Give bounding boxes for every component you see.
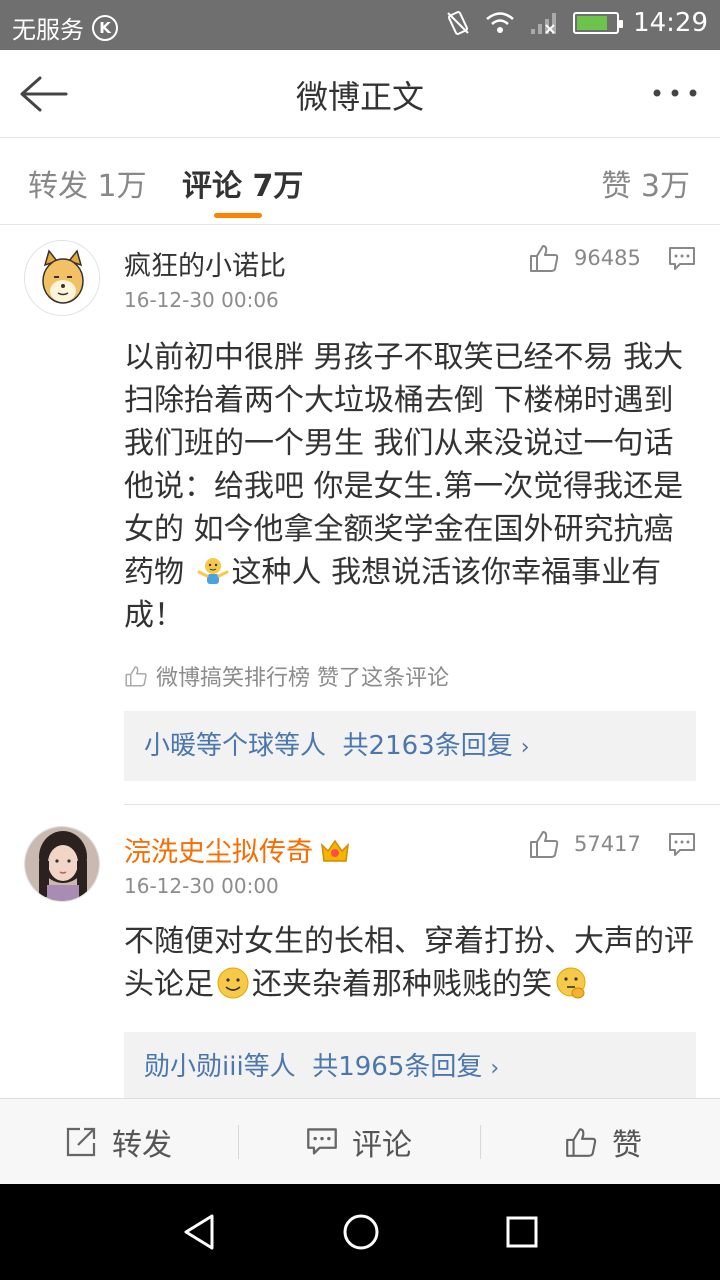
wifi-icon — [485, 11, 515, 35]
more-dots-icon — [653, 89, 697, 97]
comment-text-part: 还夹杂着那种贱贱的笑 — [252, 967, 552, 1002]
comment-divider — [124, 804, 720, 805]
comment-button[interactable]: 评论 — [306, 1099, 412, 1185]
comment-icon — [307, 1128, 337, 1155]
liked-by-text: 微博搞笑排行榜 赞了这条评论 — [156, 666, 449, 691]
commenter-name-text[interactable]: 浣洗史尘拟传奇 — [124, 837, 313, 868]
clock: 14:29 — [633, 8, 708, 38]
reply-button[interactable] — [668, 246, 696, 272]
tab-comment[interactable]: 评论 7万 — [182, 161, 303, 205]
toolbar-divider — [480, 1125, 481, 1159]
triangle-back-icon — [184, 1214, 214, 1250]
vibrate-icon — [445, 10, 471, 36]
thumb-up-icon — [566, 1128, 597, 1157]
shrug-emoji-icon — [197, 558, 229, 584]
thinking-emoji-icon — [556, 967, 586, 999]
carrier-label: 无服务 — [12, 16, 84, 44]
shiba-avatar-icon — [25, 241, 99, 315]
comment-text-part: 以前初中很胖 男孩子不取笑已经不易 我大扫除抬着两个大垃圾桶去倒 下楼梯时遇到我… — [124, 340, 684, 590]
reply-button[interactable] — [668, 832, 696, 858]
nav-bar: 微博正文 — [0, 50, 720, 138]
girl-avatar-icon — [25, 827, 99, 901]
status-bar: 无服务 K 14:29 — [0, 0, 720, 50]
like-count: 57417 — [574, 832, 641, 856]
repost-button[interactable]: 转发 — [64, 1099, 172, 1185]
comment-like-button[interactable]: 57417 — [528, 828, 641, 860]
avatar[interactable] — [24, 826, 100, 902]
comment-label: 评论 — [352, 1128, 412, 1163]
reply-count[interactable]: 共1965条回复 — [312, 1052, 482, 1082]
vip-crown-icon — [320, 839, 350, 862]
repost-label: 转发 — [112, 1128, 172, 1163]
tab-repost[interactable]: 转发 1万 — [28, 161, 147, 205]
battery-icon — [573, 12, 624, 34]
reply-users[interactable]: 勋小勋iii等人 — [144, 1052, 296, 1082]
smile-emoji-icon — [217, 967, 249, 999]
reply-users[interactable]: 小暖等个球等人 — [144, 731, 326, 761]
tab-like[interactable]: 赞 3万 — [601, 161, 690, 205]
tab-bar: 转发 1万 评论 7万 赞 3万 — [0, 139, 720, 225]
like-button[interactable]: 赞 — [564, 1099, 642, 1185]
system-recents-button[interactable] — [502, 1212, 542, 1252]
system-home-button[interactable] — [341, 1212, 381, 1252]
system-nav-bar — [0, 1184, 720, 1280]
signal-icon — [529, 11, 559, 35]
liked-by-note: 微博搞笑排行榜 赞了这条评论 — [124, 660, 449, 692]
comment-text: 不随便对女生的长相、穿着打扮、大声的评头论足 还夹杂着那种贱贱的笑 — [124, 920, 699, 1006]
bottom-toolbar: 转发 评论 赞 — [0, 1098, 720, 1184]
small-thumb-up-icon — [125, 666, 147, 687]
commenter-name[interactable]: 浣洗史尘拟传奇 — [124, 830, 351, 869]
page-title: 微博正文 — [295, 78, 424, 116]
reply-count[interactable]: 共2163条回复 — [343, 731, 513, 761]
carrier-badge: K — [92, 14, 118, 41]
replies-preview[interactable]: 勋小勋iii等人 共1965条回复 › — [124, 1032, 696, 1102]
replies-preview[interactable]: 小暖等个球等人 共2163条回复 › — [124, 711, 696, 781]
commenter-name[interactable]: 疯狂的小诺比 — [124, 244, 286, 283]
comment-like-button[interactable]: 96485 — [528, 242, 641, 274]
system-back-button[interactable] — [180, 1212, 220, 1252]
square-recents-icon — [506, 1216, 538, 1248]
like-count: 96485 — [574, 246, 641, 270]
comment-time: 16-12-30 00:00 — [124, 874, 279, 898]
thumb-up-icon — [530, 831, 559, 858]
avatar[interactable] — [24, 240, 100, 316]
more-button[interactable] — [652, 80, 698, 106]
comment-text: 以前初中很胖 男孩子不取笑已经不易 我大扫除抬着两个大垃圾桶去倒 下楼梯时遇到我… — [124, 336, 699, 637]
comment-time: 16-12-30 00:06 — [124, 288, 279, 312]
toolbar-divider — [238, 1125, 239, 1159]
reply-bubble-icon — [669, 833, 695, 856]
chevron-right-icon: › — [520, 735, 530, 760]
thumb-up-icon — [530, 245, 559, 272]
repost-icon — [66, 1127, 96, 1157]
status-icons: 14:29 — [445, 8, 708, 38]
battery-level — [577, 16, 608, 30]
like-label: 赞 — [612, 1128, 642, 1163]
reply-bubble-icon — [669, 247, 695, 270]
circle-home-icon — [343, 1214, 379, 1250]
active-tab-indicator — [214, 213, 262, 218]
chevron-right-icon: › — [490, 1056, 500, 1081]
carrier-info: 无服务 K — [12, 10, 118, 45]
